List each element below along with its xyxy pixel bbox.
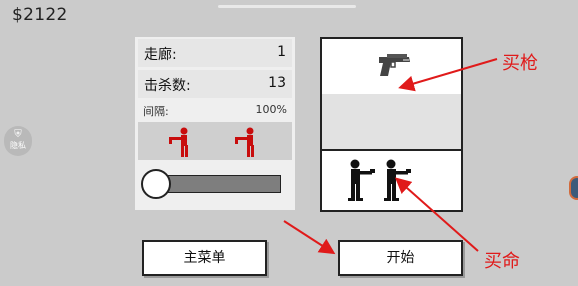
arrow-start xyxy=(283,220,336,255)
arrow-buy-life xyxy=(395,177,479,252)
buy-life-annotation: 买命 xyxy=(484,251,520,272)
arrow-buy-gun xyxy=(398,58,498,92)
buy-gun-annotation: 买枪 xyxy=(502,53,538,74)
annotation-arrows xyxy=(283,58,498,255)
